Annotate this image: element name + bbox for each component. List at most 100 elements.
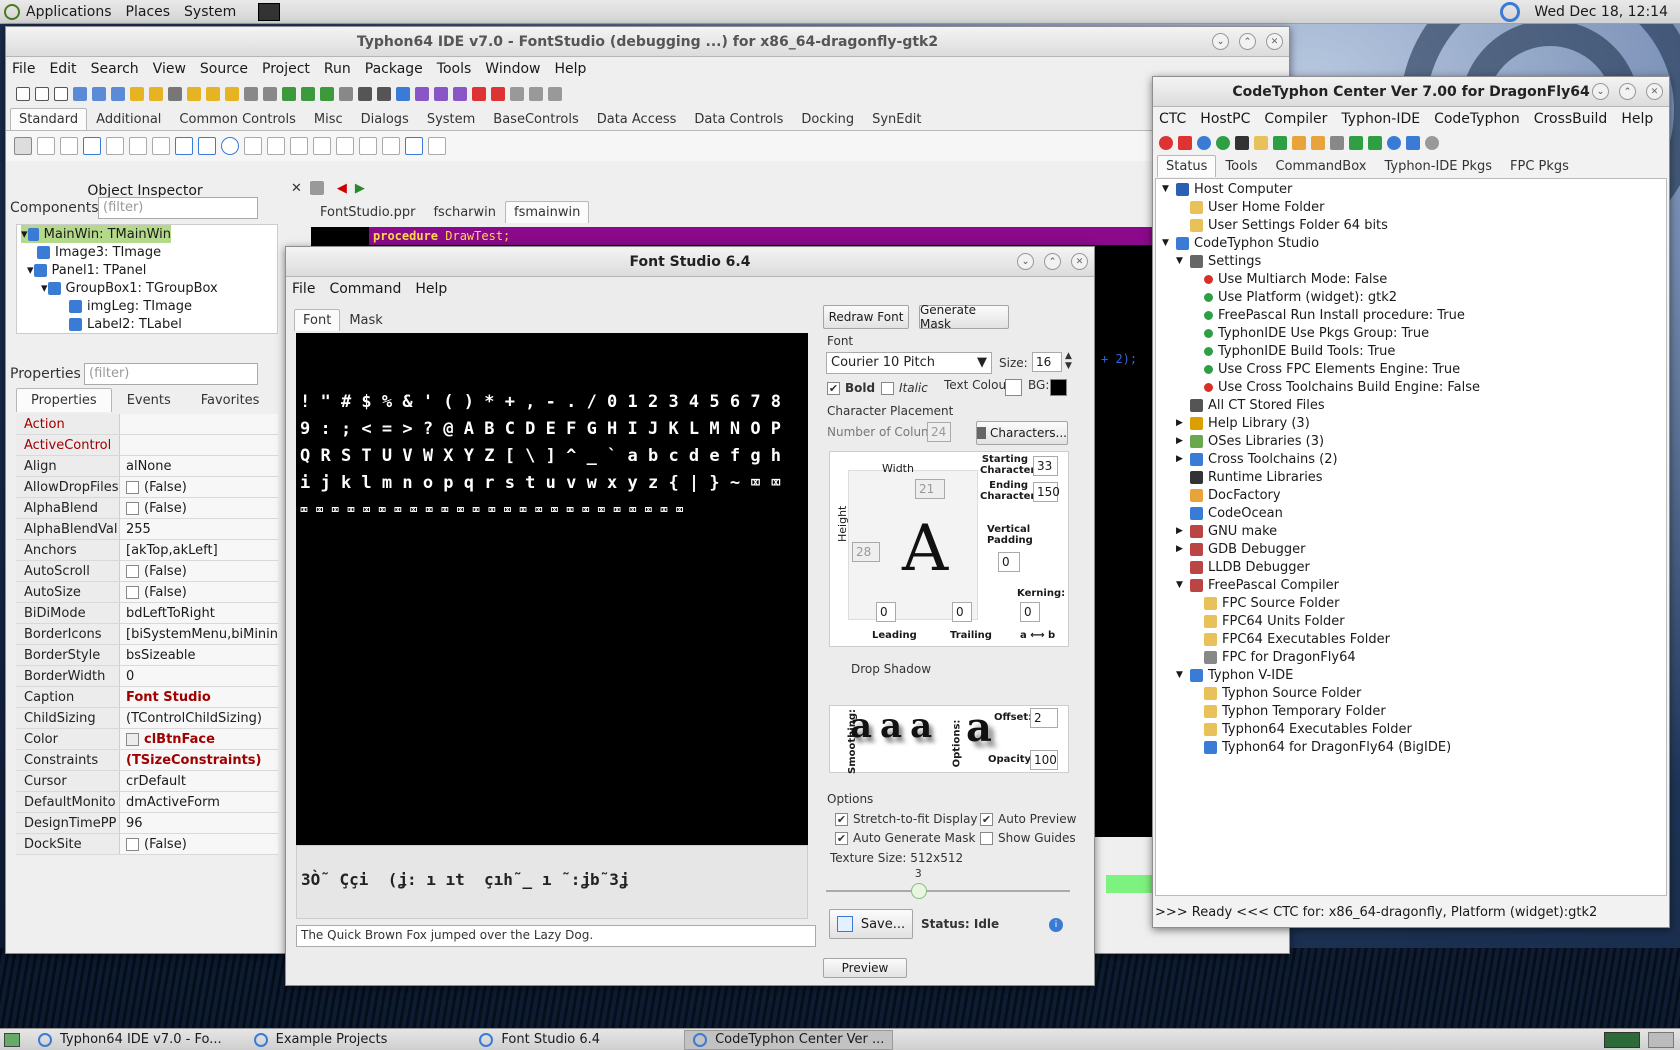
find-icon[interactable] xyxy=(111,87,125,101)
run-params-icon[interactable] xyxy=(453,87,467,101)
view-units-icon[interactable] xyxy=(358,87,372,101)
ctc-menu-compiler[interactable]: Compiler xyxy=(1264,111,1327,127)
ctc-menu-crossbuild[interactable]: CrossBuild xyxy=(1534,111,1608,127)
run-icon[interactable] xyxy=(434,87,448,101)
bg-colour-swatch[interactable] xyxy=(1050,379,1067,396)
characters-button[interactable]: Characters... xyxy=(976,421,1068,445)
tlistbox-icon[interactable] xyxy=(244,137,262,155)
property-row[interactable]: AutoScroll (False) xyxy=(16,561,278,582)
tab-favorites[interactable]: Favorites xyxy=(186,388,275,412)
tab-synedit[interactable]: SynEdit xyxy=(863,108,930,130)
sample-text-input[interactable]: The Quick Brown Fox jumped over the Lazy… xyxy=(296,925,816,947)
ctc-tree-item[interactable]: ▶ GNU make xyxy=(1162,522,1660,540)
tmainmenu-icon[interactable] xyxy=(37,137,55,155)
ctc-tree-item[interactable]: User Settings Folder 64 bits xyxy=(1162,216,1660,234)
ctc-tree-item[interactable]: Typhon Temporary Folder xyxy=(1162,702,1660,720)
tree-toggle-icon[interactable]: ▶ xyxy=(1176,526,1190,536)
open-icon[interactable] xyxy=(73,87,87,101)
offset-input[interactable]: 2 xyxy=(1030,708,1058,728)
property-row[interactable]: Color clBtnFace xyxy=(16,729,278,750)
opacity-input[interactable]: 100 xyxy=(1030,750,1058,770)
checkbox-box[interactable] xyxy=(126,838,139,851)
debug-icon[interactable] xyxy=(415,87,429,101)
ctc-tree-item[interactable]: ▶ OSes Libraries (3) xyxy=(1162,432,1660,450)
step-over-icon[interactable] xyxy=(529,87,543,101)
reopen-icon[interactable] xyxy=(92,87,106,101)
glyph-texture-canvas[interactable]: ! " # $ % & ' ( ) * + , - . / 0 1 2 3 4 … xyxy=(296,333,808,845)
ctc-tree-item[interactable]: FreePascal Run Install procedure: True xyxy=(1162,306,1660,324)
property-value[interactable]: (False) xyxy=(120,498,278,518)
ctc-tree-item[interactable]: FPC64 Executables Folder xyxy=(1162,630,1660,648)
ctc-tree-item[interactable]: Use Platform (widget): gtk2 xyxy=(1162,288,1660,306)
tbutton-icon[interactable] xyxy=(83,137,101,155)
ctc-tree-item[interactable]: TyphonIDE Build Tools: True xyxy=(1162,342,1660,360)
kerning-input[interactable]: 0 xyxy=(1020,602,1040,622)
ide-titlebar[interactable]: Typhon64 IDE v7.0 - FontStudio (debuggin… xyxy=(6,27,1289,57)
font-size-input[interactable]: 16 xyxy=(1032,352,1062,372)
property-value[interactable] xyxy=(120,435,278,455)
fs-menu-help[interactable]: Help xyxy=(415,281,447,297)
property-value[interactable]: (False) xyxy=(120,477,278,497)
help-icon[interactable] xyxy=(1197,136,1211,150)
close-editor-icon[interactable]: ✕ xyxy=(291,181,302,196)
property-value[interactable]: clBtnFace xyxy=(120,729,278,749)
bold-checkbox[interactable]: ✔ Bold xyxy=(827,381,875,395)
checkbox-box[interactable] xyxy=(126,481,139,494)
tab-dialogs[interactable]: Dialogs xyxy=(352,108,418,130)
ctc-tree-item[interactable]: ▼ Settings xyxy=(1162,252,1660,270)
tab-tools[interactable]: Tools xyxy=(1216,155,1266,177)
tcombobox-icon[interactable] xyxy=(267,137,285,155)
property-value[interactable]: [biSystemMenu,biMinin xyxy=(120,624,278,644)
components-filter-input[interactable]: (filter) xyxy=(98,197,258,219)
tab-data-controls[interactable]: Data Controls xyxy=(685,108,792,130)
property-value[interactable]: bdLeftToRight xyxy=(120,603,278,623)
ctc-tree-item[interactable]: FPC for DragonFly64 xyxy=(1162,648,1660,666)
codetyphon-tray-icon[interactable] xyxy=(1500,1,1521,22)
property-value[interactable]: (False) xyxy=(120,561,278,581)
tree-toggle-icon[interactable]: ▼ xyxy=(1162,184,1176,194)
close-icon[interactable]: ✕ xyxy=(1646,83,1663,100)
build-icon[interactable] xyxy=(282,87,296,101)
tmemo-icon[interactable] xyxy=(152,137,170,155)
tree-toggle-icon[interactable]: ▼ xyxy=(1176,580,1190,590)
ctc-tree-item[interactable]: ▼ FreePascal Compiler xyxy=(1162,576,1660,594)
minimize-icon[interactable]: ⌄ xyxy=(1212,33,1229,50)
font-name-select[interactable]: Courier 10 Pitch ▼ xyxy=(826,352,992,374)
tab-additional[interactable]: Additional xyxy=(87,108,170,130)
places-menu[interactable]: Places xyxy=(126,4,171,20)
ctc-titlebar[interactable]: CodeTyphon Center Ver 7.00 for DragonFly… xyxy=(1153,77,1669,107)
info-icon[interactable]: i xyxy=(1049,918,1063,932)
property-row[interactable]: BorderStyle bsSizeable xyxy=(16,645,278,666)
ctc-tree-item[interactable]: Runtime Libraries xyxy=(1162,468,1660,486)
property-value[interactable]: (TSizeConstraints) xyxy=(120,750,278,770)
tcheckbox-icon[interactable] xyxy=(198,137,216,155)
ending-character-input[interactable]: 150 xyxy=(1033,482,1060,502)
maximize-icon[interactable]: ⌃ xyxy=(1239,33,1256,50)
num-columns-input[interactable]: 24 xyxy=(927,422,951,442)
tab-misc[interactable]: Misc xyxy=(305,108,352,130)
menu-package[interactable]: Package xyxy=(365,61,423,77)
quick-compile-icon[interactable] xyxy=(320,87,334,101)
tree-item-mainwin[interactable]: ▾ MainWin: TMainWin xyxy=(21,225,171,243)
property-row[interactable]: Anchors [akTop,akLeft] xyxy=(16,540,278,561)
stop-icon[interactable] xyxy=(491,87,505,101)
tree-toggle-icon[interactable]: ▾ xyxy=(27,263,34,278)
property-row[interactable]: DesignTimePP 96 xyxy=(16,813,278,834)
tab-fpc-pkgs[interactable]: FPC Pkgs xyxy=(1501,155,1578,177)
ctc-tree-item[interactable]: ▶ GDB Debugger xyxy=(1162,540,1660,558)
leading-input[interactable]: 0 xyxy=(876,602,896,622)
back-arrow-icon[interactable]: ◀ xyxy=(337,181,347,196)
property-row[interactable]: AutoSize (False) xyxy=(16,582,278,603)
tab-mask[interactable]: Mask xyxy=(340,309,391,331)
ctc-tree-item[interactable]: Use Cross Toolchains Build Engine: False xyxy=(1162,378,1660,396)
clock[interactable]: Wed Dec 18, 12:14 xyxy=(1534,4,1668,20)
ctc-menu-hostpc[interactable]: HostPC xyxy=(1200,111,1250,127)
property-value[interactable]: bsSizeable xyxy=(120,645,278,665)
tab-events[interactable]: Events xyxy=(112,388,186,412)
minimize-icon[interactable]: ⌄ xyxy=(1017,253,1034,270)
ctc-tree-item[interactable]: Typhon64 for DragonFly64 (BigIDE) xyxy=(1162,738,1660,756)
tree-toggle-icon[interactable]: ▶ xyxy=(1176,418,1190,428)
property-row[interactable]: DockSite (False) xyxy=(16,834,278,855)
vertical-padding-input[interactable]: 0 xyxy=(998,552,1020,572)
tree-toggle-icon[interactable]: ▶ xyxy=(1176,544,1190,554)
